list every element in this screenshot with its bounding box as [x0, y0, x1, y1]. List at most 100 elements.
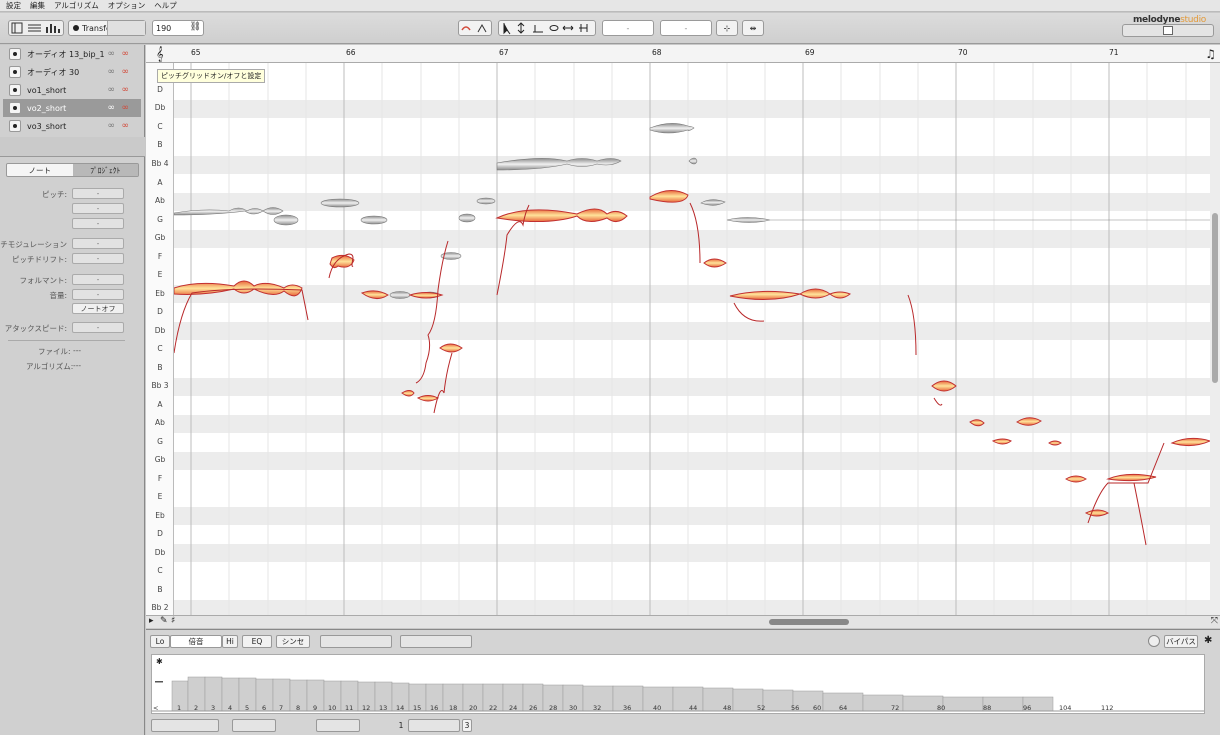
harmonic-number: 6 [262, 704, 267, 712]
modulation-field[interactable]: - [72, 238, 124, 249]
formant-field[interactable]: - [72, 274, 124, 285]
synth-tab[interactable]: シンセ [276, 635, 310, 648]
track-name: オーディオ 30 [27, 67, 80, 77]
volume-label: 音量: [49, 291, 67, 300]
drift-field[interactable]: - [72, 253, 124, 264]
note-off-button[interactable]: ノートオフ [72, 303, 124, 314]
transfer-button[interactable]: Transfer [68, 20, 146, 36]
algorithm-label: アルゴリズム: [26, 362, 74, 371]
menu-algorithm[interactable]: アルゴリズム [54, 0, 99, 11]
pencil-icon[interactable]: ✎ [160, 616, 168, 626]
filter-icon[interactable]: ♯ [171, 616, 175, 626]
pitch-fine-field[interactable]: - [72, 218, 124, 229]
mode-switch[interactable] [320, 635, 392, 648]
edit-link-icon[interactable]: ∞ [122, 121, 130, 131]
bypass-button[interactable]: バイパス [1164, 635, 1198, 648]
main-toolbar: Transfer 190 ⛓ - - ⊹ ⇹ melodynestudio [0, 13, 1220, 44]
edit-link-icon[interactable]: ∞ [122, 49, 130, 59]
vertical-scroll-thumb[interactable] [1212, 213, 1218, 383]
sound-editor-panel: Lo 倍音 Hi EQ シンセ バイパス ✱ ✱ < 1 2 3 4 5 6 7… [146, 629, 1220, 735]
link-icon[interactable]: ∞ [108, 67, 116, 77]
pitch-key: C [157, 566, 163, 575]
edit-link-icon[interactable]: ∞ [122, 67, 130, 77]
pitch-tools-group[interactable] [458, 20, 492, 36]
track-record-icon[interactable] [9, 48, 21, 60]
zoom-slider[interactable] [1122, 24, 1214, 37]
track-record-icon[interactable] [9, 66, 21, 78]
pitch-key: Gb [154, 455, 166, 464]
eq-tab[interactable]: EQ [242, 635, 272, 648]
gear-icon[interactable]: ✱ [1204, 635, 1212, 646]
knob-icon[interactable] [1148, 635, 1160, 647]
track-row-selected[interactable]: vo2_short ∞ ∞ [3, 99, 141, 117]
edit-link-icon[interactable]: ∞ [122, 85, 130, 95]
track-record-icon[interactable] [9, 102, 21, 114]
horizontal-scrollbar[interactable]: ▸ ✎ ♯ ⤧ [146, 615, 1220, 628]
attack-field[interactable]: - [72, 322, 124, 333]
track-row[interactable]: オーディオ 30 ∞ ∞ [3, 63, 141, 81]
track-name: vo1_short [27, 85, 67, 95]
page-slider[interactable] [408, 719, 460, 732]
pitch-cents-field[interactable]: - [72, 203, 124, 214]
spread-slider[interactable] [316, 719, 360, 732]
tempo-field[interactable]: 190 ⛓ [152, 20, 204, 36]
track-row[interactable]: オーディオ 13_bip_1 ∞ ∞ [3, 45, 141, 63]
pitch-key: A [157, 178, 163, 187]
pitch-key: C [157, 122, 163, 131]
pitch-align-button[interactable]: ⊹ [716, 20, 738, 36]
prev-page-arrow[interactable]: < [153, 704, 158, 712]
volume-field[interactable]: - [72, 289, 124, 300]
harmonic-number: 4 [228, 704, 233, 712]
horizontal-scroll-thumb[interactable] [769, 619, 849, 625]
track-record-icon[interactable] [9, 84, 21, 96]
bar-ruler[interactable]: 𝄞 65 66 67 68 69 70 71 ♫ [146, 45, 1220, 63]
track-record-icon[interactable] [9, 120, 21, 132]
pointer-tool-icon[interactable]: ▸ [149, 616, 154, 626]
pitch-grid[interactable] [174, 63, 1210, 615]
track-row[interactable]: vo1_short ∞ ∞ [3, 81, 141, 99]
edit-link-icon[interactable]: ∞ [122, 103, 130, 113]
attack-slider[interactable] [232, 719, 276, 732]
shape-switch[interactable] [400, 635, 472, 648]
hi-button[interactable]: Hi [222, 635, 238, 648]
edit-tools-icons [503, 22, 588, 35]
link-icon[interactable]: ∞ [108, 85, 116, 95]
harmonic-number: 30 [569, 704, 578, 712]
menu-help[interactable]: ヘルプ [154, 0, 177, 11]
vertical-scrollbar[interactable] [1210, 63, 1220, 615]
menu-options[interactable]: オプション [108, 0, 146, 11]
track-row[interactable]: vo3_short ∞ ∞ [3, 117, 141, 135]
pitch-key: F [157, 252, 163, 261]
field-b[interactable]: - [660, 20, 712, 36]
pitch-key: Bb 4 [151, 159, 169, 168]
note-editor[interactable]: 𝄞 65 66 67 68 69 70 71 ♫ D Db C B Bb 4 A… [146, 45, 1220, 628]
left-panel: オーディオ 13_bip_1 ∞ ∞ オーディオ 30 ∞ ∞ vo1_short ∞ ∞ … [0, 45, 145, 735]
note-icon[interactable]: ♫ [1205, 47, 1216, 61]
link-icon: ⛓ [189, 22, 201, 32]
menu-settings[interactable]: 設定 [6, 0, 21, 11]
tab-note[interactable]: ノート [7, 164, 73, 176]
clef-icon[interactable]: 𝄞 [156, 47, 164, 62]
menu-edit[interactable]: 編集 [30, 0, 45, 11]
harmonic-number: 13 [379, 704, 388, 712]
pitch-key: A [157, 400, 163, 409]
pitch-field[interactable]: - [72, 188, 124, 199]
lo-button[interactable]: Lo [150, 635, 170, 648]
strength-slider[interactable] [151, 719, 219, 732]
field-a-value: - [626, 23, 630, 33]
field-a[interactable]: - [602, 20, 654, 36]
edit-tools-group[interactable] [498, 20, 596, 36]
settings-icon[interactable]: ✱ [156, 657, 163, 666]
time-align-button[interactable]: ⇹ [742, 20, 764, 36]
page-a[interactable]: 1 [398, 719, 404, 732]
link-icon[interactable]: ∞ [108, 49, 116, 59]
view-mode-switch[interactable] [8, 20, 64, 36]
resize-icon[interactable]: ⤧ [1211, 616, 1218, 626]
tab-project[interactable]: ﾌﾟﾛｼﾞｪｸﾄ [72, 164, 138, 176]
zoom-handle[interactable] [1163, 26, 1173, 35]
link-icon[interactable]: ∞ [108, 103, 116, 113]
harmonic-number: 15 [413, 704, 422, 712]
overtones-tab[interactable]: 倍音 [170, 635, 222, 648]
page-b[interactable]: 3 [462, 719, 472, 732]
link-icon[interactable]: ∞ [108, 121, 116, 131]
